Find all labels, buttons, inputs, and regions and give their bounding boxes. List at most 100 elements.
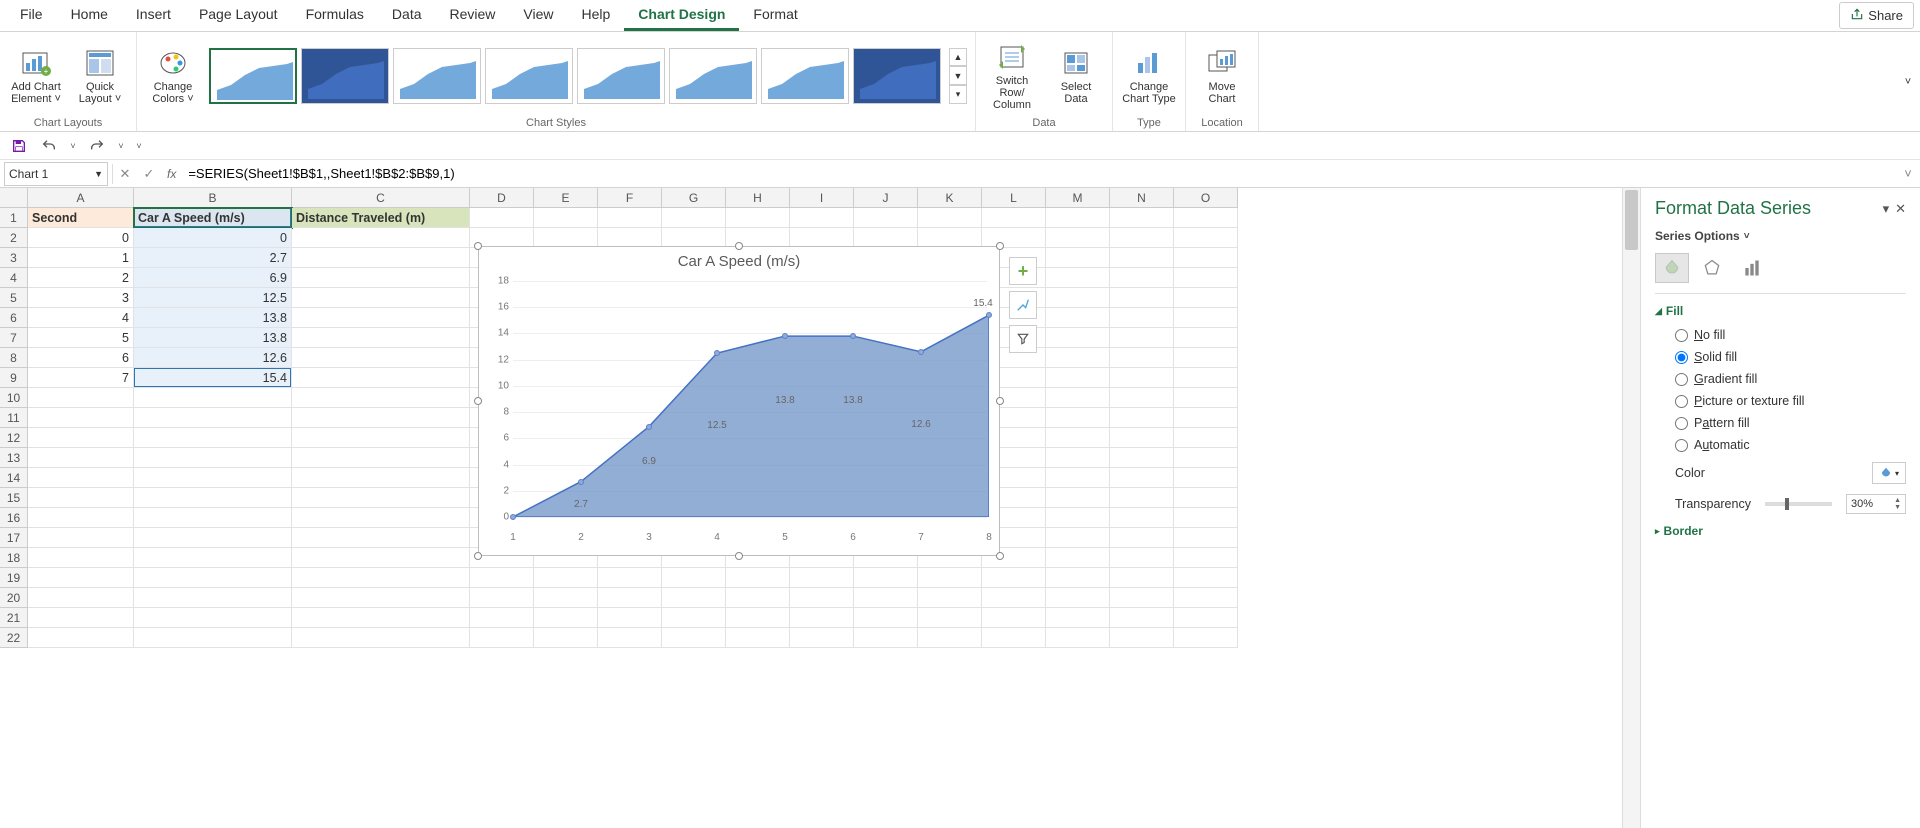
tab-review[interactable]: Review xyxy=(436,0,510,31)
col-header-G[interactable]: G xyxy=(662,188,726,208)
cell-C2[interactable] xyxy=(292,228,470,248)
cell-L21[interactable] xyxy=(982,608,1046,628)
cell-M6[interactable] xyxy=(1046,308,1110,328)
row-header-13[interactable]: 13 xyxy=(0,448,28,468)
cell-O17[interactable] xyxy=(1174,528,1238,548)
cell-G21[interactable] xyxy=(662,608,726,628)
data-point[interactable] xyxy=(850,333,856,339)
cell-H20[interactable] xyxy=(726,588,790,608)
cell-F21[interactable] xyxy=(598,608,662,628)
cell-A16[interactable] xyxy=(28,508,134,528)
row-header-3[interactable]: 3 xyxy=(0,248,28,268)
cell-J20[interactable] xyxy=(854,588,918,608)
chart-object[interactable]: + Car A Speed (m/s) 024681012141618122.7… xyxy=(478,246,1000,556)
resize-handle[interactable] xyxy=(474,552,482,560)
col-header-O[interactable]: O xyxy=(1174,188,1238,208)
cell-H21[interactable] xyxy=(726,608,790,628)
cell-M1[interactable] xyxy=(1046,208,1110,228)
cell-A8[interactable]: 6 xyxy=(28,348,134,368)
col-header-N[interactable]: N xyxy=(1110,188,1174,208)
cell-O10[interactable] xyxy=(1174,388,1238,408)
cell-F22[interactable] xyxy=(598,628,662,648)
cell-B4[interactable]: 6.9 xyxy=(134,268,292,288)
row-header-18[interactable]: 18 xyxy=(0,548,28,568)
cell-L20[interactable] xyxy=(982,588,1046,608)
quick-layout-button[interactable]: Quick Layout ˅ xyxy=(72,40,128,112)
cell-A4[interactable]: 2 xyxy=(28,268,134,288)
tab-insert[interactable]: Insert xyxy=(122,0,185,31)
cell-M8[interactable] xyxy=(1046,348,1110,368)
cell-M21[interactable] xyxy=(1046,608,1110,628)
undo-dropdown[interactable]: ˅ xyxy=(68,135,78,157)
row-header-15[interactable]: 15 xyxy=(0,488,28,508)
cell-N10[interactable] xyxy=(1110,388,1174,408)
cell-A6[interactable]: 4 xyxy=(28,308,134,328)
tab-view[interactable]: View xyxy=(509,0,567,31)
chart-style-7[interactable] xyxy=(761,48,849,104)
cell-B16[interactable] xyxy=(134,508,292,528)
cell-A17[interactable] xyxy=(28,528,134,548)
cell-O8[interactable] xyxy=(1174,348,1238,368)
cell-B21[interactable] xyxy=(134,608,292,628)
cell-N9[interactable] xyxy=(1110,368,1174,388)
cell-C16[interactable] xyxy=(292,508,470,528)
tab-help[interactable]: Help xyxy=(568,0,625,31)
row-header-21[interactable]: 21 xyxy=(0,608,28,628)
effects-tab[interactable] xyxy=(1695,253,1729,283)
cell-M11[interactable] xyxy=(1046,408,1110,428)
row-header-4[interactable]: 4 xyxy=(0,268,28,288)
cell-C18[interactable] xyxy=(292,548,470,568)
cell-C22[interactable] xyxy=(292,628,470,648)
cell-H19[interactable] xyxy=(726,568,790,588)
cell-K1[interactable] xyxy=(918,208,982,228)
cell-O21[interactable] xyxy=(1174,608,1238,628)
cell-J1[interactable] xyxy=(854,208,918,228)
cell-C21[interactable] xyxy=(292,608,470,628)
data-point[interactable] xyxy=(510,514,516,520)
cell-I1[interactable] xyxy=(790,208,854,228)
cell-C20[interactable] xyxy=(292,588,470,608)
cell-O7[interactable] xyxy=(1174,328,1238,348)
series-options-tab[interactable] xyxy=(1735,253,1769,283)
data-point[interactable] xyxy=(918,349,924,355)
cell-C1[interactable]: Distance Traveled (m) xyxy=(292,208,470,228)
cell-N14[interactable] xyxy=(1110,468,1174,488)
cell-C15[interactable] xyxy=(292,488,470,508)
cell-B22[interactable] xyxy=(134,628,292,648)
cell-B1[interactable]: Car A Speed (m/s) xyxy=(134,208,292,228)
cell-B6[interactable]: 13.8 xyxy=(134,308,292,328)
cell-A1[interactable]: Second xyxy=(28,208,134,228)
cell-A7[interactable]: 5 xyxy=(28,328,134,348)
cell-G1[interactable] xyxy=(662,208,726,228)
cell-L2[interactable] xyxy=(982,228,1046,248)
cell-B7[interactable]: 13.8 xyxy=(134,328,292,348)
cell-E19[interactable] xyxy=(534,568,598,588)
cell-N13[interactable] xyxy=(1110,448,1174,468)
fill-line-tab[interactable] xyxy=(1655,253,1689,283)
name-box[interactable]: Chart 1 ▼ xyxy=(4,162,108,186)
cell-N3[interactable] xyxy=(1110,248,1174,268)
resize-handle[interactable] xyxy=(996,552,1004,560)
cell-B11[interactable] xyxy=(134,408,292,428)
fill-section-toggle[interactable]: ◢ Fill xyxy=(1655,304,1906,318)
cell-K19[interactable] xyxy=(918,568,982,588)
qat-customize[interactable]: ˅ xyxy=(134,135,144,157)
cell-K21[interactable] xyxy=(918,608,982,628)
col-header-J[interactable]: J xyxy=(854,188,918,208)
cell-C4[interactable] xyxy=(292,268,470,288)
cell-M15[interactable] xyxy=(1046,488,1110,508)
plot-area[interactable]: 024681012141618122.736.9412.5513.8613.87… xyxy=(513,281,987,525)
cell-N4[interactable] xyxy=(1110,268,1174,288)
col-header-H[interactable]: H xyxy=(726,188,790,208)
cell-A10[interactable] xyxy=(28,388,134,408)
cell-O15[interactable] xyxy=(1174,488,1238,508)
resize-handle[interactable] xyxy=(735,242,743,250)
data-point[interactable] xyxy=(986,312,992,318)
cell-O11[interactable] xyxy=(1174,408,1238,428)
cell-O6[interactable] xyxy=(1174,308,1238,328)
cell-K22[interactable] xyxy=(918,628,982,648)
row-header-20[interactable]: 20 xyxy=(0,588,28,608)
row-header-12[interactable]: 12 xyxy=(0,428,28,448)
cell-L19[interactable] xyxy=(982,568,1046,588)
data-point[interactable] xyxy=(714,350,720,356)
